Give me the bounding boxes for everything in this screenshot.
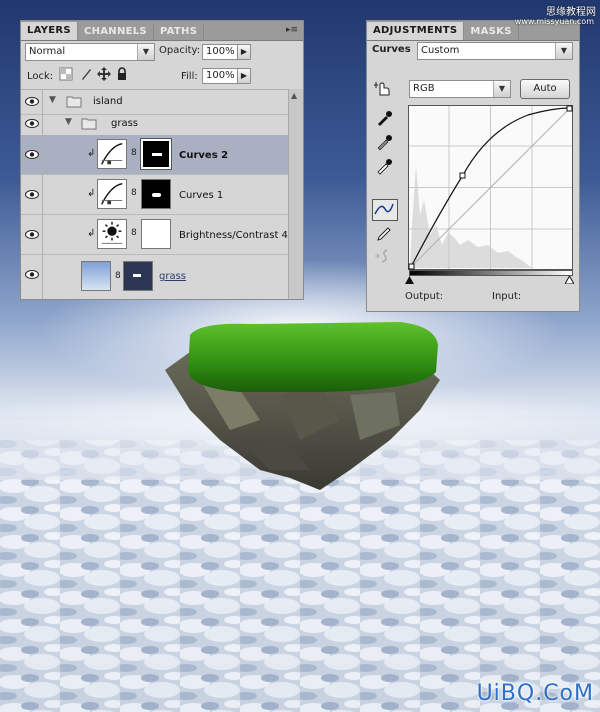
output-label: Output: [405,291,444,302]
fill-label: Fill: [181,71,198,82]
panel-menu-icon[interactable]: ▸≡ [285,24,299,36]
curve-point-tool[interactable] [372,199,398,221]
white-point-slider-icon[interactable] [565,276,574,284]
eye-icon [25,270,39,279]
chevron-down-icon: ▼ [493,81,510,97]
tab-masks[interactable]: MASKS [464,24,519,40]
lock-transparency-icon[interactable] [59,67,73,81]
chevron-down-icon: ▼ [555,43,572,59]
lock-position-move-icon[interactable] [97,67,111,81]
eye-icon [25,119,39,128]
watermark-top: 思缘教程网 [546,7,596,18]
layer-row-curves-1[interactable]: ↲ 8 Curves 1 [21,175,289,215]
folder-icon [81,118,97,130]
fill-arrow-icon[interactable]: ▶ [237,68,251,84]
chain-link-icon[interactable]: 8 [131,228,137,238]
input-gradient-bar [409,270,573,276]
curve-point [459,172,466,179]
layers-tab-bar: LAYERS CHANNELS PATHS ▸≡ [21,21,303,41]
expand-triangle-icon[interactable]: ▼ [49,95,56,105]
chain-link-icon[interactable]: 8 [131,148,137,158]
watermark-logo: UiBQ.CoM [476,681,594,706]
white-point-eyedropper-icon[interactable] [375,157,393,175]
opacity-label: Opacity: [159,45,201,56]
curve-tool-icon [374,203,394,215]
blend-mode-value: Normal [29,46,66,57]
visibility-toggle[interactable] [21,90,43,114]
layers-scrollbar[interactable]: ▲ [288,89,303,299]
layer-mask-thumbnail[interactable] [141,179,171,209]
preset-value: Custom [421,45,460,56]
blend-mode-select[interactable]: Normal ▼ [25,43,155,61]
layers-panel: LAYERS CHANNELS PATHS ▸≡ Normal ▼ Opacit… [20,20,304,300]
chevron-down-icon: ▼ [137,44,154,60]
fill-input[interactable]: 100% [202,68,238,84]
layer-row-brightness-contrast-4[interactable]: ↲ 8 Brightness/Contrast 4 [21,215,289,255]
black-point-slider-icon[interactable] [405,276,414,284]
lock-all-padlock-icon[interactable] [115,67,129,81]
adjustments-panel: ADJUSTMENTS MASKS Curves Custom ▼ RGB ▼ … [366,20,580,312]
layer-name: Curves 1 [179,190,224,201]
input-label: Input: [492,291,522,302]
layer-mask-thumbnail[interactable] [140,138,172,170]
channel-select[interactable]: RGB ▼ [409,80,511,98]
tab-layers[interactable]: LAYERS [21,22,78,40]
clipping-arrow-icon: ↲ [87,228,96,239]
eye-icon [25,97,39,106]
brightness-contrast-sun-icon [97,219,127,249]
black-point-eyedropper-icon[interactable] [375,109,393,127]
layer-name: grass [111,118,139,129]
clipping-arrow-icon: ↲ [87,188,96,199]
curve-point [566,105,573,112]
tab-adjustments[interactable]: ADJUSTMENTS [367,22,465,40]
layer-mask-thumbnail[interactable] [141,219,171,249]
eye-icon [25,230,39,239]
layer-name: grass [159,271,187,282]
eye-icon [25,190,39,199]
smooth-curve-icon[interactable] [373,247,391,265]
lock-label: Lock: [27,71,54,82]
curves-adjustment-icon [97,139,127,169]
visibility-toggle[interactable] [21,175,43,214]
curves-adjustment-icon [97,179,127,209]
lock-pixels-brush-icon[interactable] [79,67,93,81]
layer-name: Curves 2 [179,150,229,161]
chain-link-icon[interactable]: 8 [115,271,121,281]
visibility-toggle[interactable] [21,215,43,254]
grass-layer-thumbnail [81,261,111,291]
folder-icon [66,96,82,108]
visibility-toggle[interactable] [21,255,43,299]
pencil-draw-icon[interactable] [375,225,393,243]
layer-row-grass[interactable]: 8 grass [21,255,289,299]
on-image-adjust-hand-icon[interactable] [374,79,392,97]
scroll-up-icon[interactable]: ▲ [291,91,297,100]
auto-button[interactable]: Auto [520,79,570,99]
adjustment-title: Curves [372,44,411,55]
layer-row-curves-2[interactable]: ↲ 8 Curves 2 [21,135,289,175]
expand-triangle-icon[interactable]: ▼ [65,117,72,127]
watermark-top-url: www.missyuan.com [514,17,594,26]
curves-preset-select[interactable]: Custom ▼ [417,42,573,60]
opacity-input[interactable]: 100% [202,44,238,60]
channel-value: RGB [413,83,435,94]
curves-graph[interactable] [408,105,573,270]
layer-group-island[interactable]: ▼ island [21,89,303,115]
visibility-toggle[interactable] [21,113,43,135]
layer-name: island [93,96,123,107]
layer-group-grass[interactable]: ▼ grass [21,113,303,136]
layer-name: Brightness/Contrast 4 [179,230,288,241]
curve-point [408,263,415,270]
layer-mask-thumbnail[interactable] [123,261,153,291]
clipping-arrow-icon: ↲ [87,148,96,159]
chain-link-icon[interactable]: 8 [131,188,137,198]
tab-channels[interactable]: CHANNELS [78,24,154,40]
gray-point-eyedropper-icon[interactable] [375,133,393,151]
visibility-toggle[interactable] [21,135,43,174]
tab-paths[interactable]: PATHS [154,24,205,40]
eye-icon [25,150,39,159]
opacity-arrow-icon[interactable]: ▶ [237,44,251,60]
